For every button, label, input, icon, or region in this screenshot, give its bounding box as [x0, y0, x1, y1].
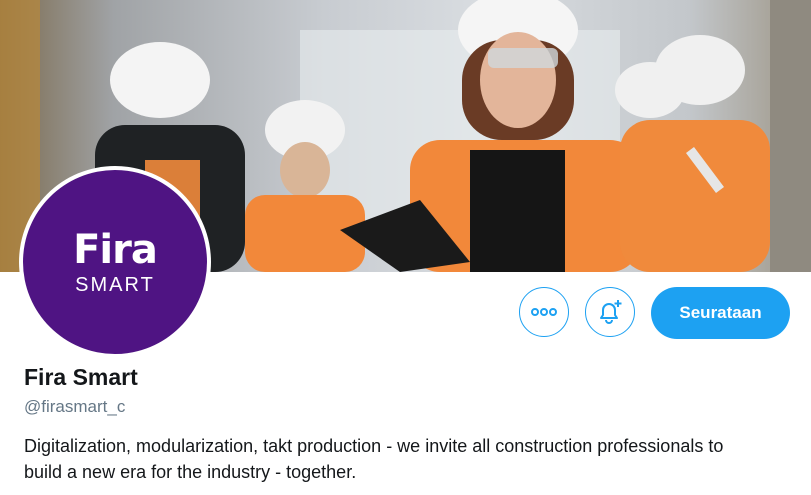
notifications-button[interactable]: [585, 287, 635, 337]
bell-plus-icon: [600, 300, 622, 324]
avatar-logo: Fira SMART: [23, 170, 207, 354]
more-icon: [531, 308, 557, 316]
profile-bio: Digitalization, modularization, takt pro…: [24, 436, 724, 482]
avatar-logo-sub: SMART: [75, 274, 155, 296]
avatar-logo-main: Fira: [73, 227, 158, 273]
profile-avatar[interactable]: Fira SMART: [19, 166, 211, 358]
following-button[interactable]: Seurataan: [651, 287, 790, 339]
more-options-button[interactable]: [519, 287, 569, 337]
profile-name: Fira Smart: [24, 364, 138, 390]
profile-handle[interactable]: @firasmart_c: [24, 397, 125, 417]
